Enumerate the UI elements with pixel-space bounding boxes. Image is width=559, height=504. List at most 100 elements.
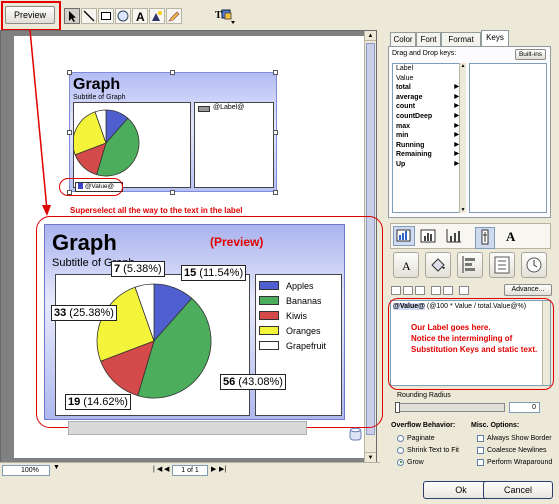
data-label-kiwis: 19 (14.62%) bbox=[65, 394, 131, 410]
list-format-button[interactable] bbox=[489, 252, 515, 278]
grow-option[interactable]: Grow bbox=[397, 458, 424, 468]
tab-format[interactable]: Format bbox=[441, 32, 481, 46]
next-page-button[interactable]: ▶ bbox=[211, 465, 216, 473]
page-field[interactable]: 1 of 1 bbox=[172, 465, 208, 476]
coalesce-newlines-checkbox[interactable] bbox=[477, 446, 484, 454]
previous-page-button[interactable]: ◀ bbox=[164, 465, 169, 473]
key-label: average bbox=[396, 93, 423, 101]
text-tool-icon[interactable]: A bbox=[132, 8, 148, 24]
slider-thumb[interactable] bbox=[395, 402, 400, 413]
overflow-title: Overflow Behavior: bbox=[391, 422, 456, 429]
coalesce-newlines-option[interactable]: Coalesce Newlines bbox=[477, 446, 547, 456]
text-element-icon[interactable]: A bbox=[502, 228, 520, 246]
tab-color[interactable]: Color bbox=[390, 32, 416, 46]
font-style-button[interactable]: A bbox=[393, 252, 419, 278]
image-tool-icon[interactable] bbox=[149, 8, 165, 24]
perform-wraparound-label: Perform Wraparound bbox=[487, 459, 553, 466]
resize-handle[interactable] bbox=[273, 190, 278, 195]
always-show-border-label: Always Show Border bbox=[487, 435, 552, 442]
key-label: Up bbox=[396, 160, 406, 168]
resize-handle[interactable] bbox=[170, 70, 175, 75]
key-item-total[interactable]: total ▶ bbox=[393, 83, 465, 93]
first-page-button[interactable]: |◀ bbox=[153, 465, 164, 473]
key-label: Label bbox=[396, 65, 414, 72]
key-item-label[interactable]: Label bbox=[393, 64, 465, 74]
svg-text:A: A bbox=[136, 10, 145, 23]
grow-radio[interactable] bbox=[397, 458, 404, 466]
label-annotation: Our Label goes here. Notice the intermin… bbox=[411, 323, 538, 354]
tab-keys[interactable]: Keys bbox=[481, 30, 509, 46]
key-item-min[interactable]: min ▶ bbox=[393, 131, 465, 141]
preview-data-labels: 15 (11.54%) 56 (43.08%) 19 (14.62%) 33 (25.… bbox=[45, 225, 346, 421]
valign-bottom-icon[interactable] bbox=[443, 286, 453, 295]
paginate-option[interactable]: Paginate bbox=[397, 434, 435, 444]
keys-drop-target[interactable] bbox=[469, 63, 547, 213]
paginate-radio[interactable] bbox=[397, 434, 404, 442]
cancel-button[interactable]: Cancel bbox=[483, 481, 553, 499]
resize-handle[interactable] bbox=[273, 130, 278, 135]
rounding-radius-label: Rounding Radius bbox=[397, 392, 451, 399]
resize-handle[interactable] bbox=[273, 70, 278, 75]
always-show-border-checkbox[interactable] bbox=[477, 434, 484, 442]
ellipse-tool-icon[interactable] bbox=[115, 8, 131, 24]
last-page-button[interactable]: ▶| bbox=[219, 465, 226, 473]
zoom-field[interactable]: 100% bbox=[2, 465, 50, 476]
perform-wraparound-checkbox[interactable] bbox=[477, 458, 484, 466]
svg-text:A: A bbox=[506, 229, 516, 244]
key-label: Value bbox=[396, 74, 414, 82]
design-legend-label: @Label@ bbox=[213, 104, 245, 111]
advanced-button[interactable]: Advance... bbox=[504, 284, 552, 296]
key-item-max[interactable]: max ▶ bbox=[393, 122, 465, 132]
pen-tool-icon[interactable] bbox=[166, 8, 182, 24]
key-item-remaining[interactable]: Remaining ▶ bbox=[393, 150, 465, 160]
insert-field-icon[interactable]: T bbox=[214, 7, 236, 25]
label-element-icon[interactable] bbox=[475, 227, 495, 249]
key-label: Remaining bbox=[396, 151, 432, 159]
align-left-icon[interactable] bbox=[391, 286, 401, 295]
grow-label: Grow bbox=[407, 459, 424, 466]
design-chart[interactable]: Graph Subtitle of Graph @Label@ @Value@ bbox=[67, 70, 278, 195]
design-legend: @Label@ bbox=[194, 102, 274, 188]
data-label-bananas: 56 (43.08%) bbox=[220, 374, 286, 390]
builtins-button[interactable]: Built-ins bbox=[515, 49, 546, 60]
key-item-count[interactable]: count ▶ bbox=[393, 102, 465, 112]
key-item-running[interactable]: Running ▶ bbox=[393, 141, 465, 151]
perform-wraparound-option[interactable]: Perform Wraparound bbox=[477, 458, 552, 468]
element-selector-bar: A bbox=[390, 223, 551, 249]
align-center-icon[interactable] bbox=[403, 286, 413, 295]
shrink-label: Shrink Text to Fit bbox=[407, 447, 460, 454]
always-show-border-option[interactable]: Always Show Border bbox=[477, 434, 552, 444]
clock-format-button[interactable] bbox=[521, 252, 547, 278]
shrink-option[interactable]: Shrink Text to Fit bbox=[397, 446, 459, 456]
rounding-radius-field[interactable]: 0 bbox=[509, 402, 540, 413]
shrink-radio[interactable] bbox=[397, 446, 404, 454]
key-item-value[interactable]: Value bbox=[393, 74, 465, 84]
wrap-text-icon[interactable] bbox=[459, 286, 469, 295]
legend-swatch bbox=[198, 106, 210, 112]
keys-list[interactable]: Label Value total ▶ average ▶ count ▶ countDeep ▶… bbox=[392, 63, 466, 213]
zoom-dropdown-icon[interactable]: ▼ bbox=[53, 464, 60, 471]
fill-color-button[interactable] bbox=[425, 252, 451, 278]
svg-text:A: A bbox=[402, 259, 411, 273]
plot-element-icon[interactable] bbox=[419, 227, 439, 247]
dialog-footer: Ok Cancel bbox=[0, 476, 559, 504]
keys-scrollbar[interactable]: ▲ ▼ bbox=[459, 63, 466, 213]
alignment-button[interactable] bbox=[457, 252, 483, 278]
rectangle-tool-icon[interactable] bbox=[98, 8, 114, 24]
paginate-label: Paginate bbox=[407, 435, 435, 442]
key-item-countdeep[interactable]: countDeep ▶ bbox=[393, 112, 465, 122]
preview-chart: Graph Subtitle of Graph (Preview) Apples… bbox=[44, 224, 345, 420]
resize-handle[interactable] bbox=[170, 190, 175, 195]
chart-element-icon[interactable] bbox=[393, 226, 415, 246]
coalesce-newlines-label: Coalesce Newlines bbox=[487, 447, 547, 454]
key-label: count bbox=[396, 103, 416, 111]
key-item-up[interactable]: Up ▶ bbox=[393, 160, 465, 170]
tab-font[interactable]: Font bbox=[416, 32, 441, 46]
key-label: total bbox=[396, 84, 411, 92]
series-element-icon[interactable] bbox=[445, 227, 465, 247]
align-right-icon[interactable] bbox=[415, 286, 425, 295]
rounding-radius-slider[interactable] bbox=[395, 402, 505, 413]
key-item-average[interactable]: average ▶ bbox=[393, 93, 465, 103]
key-label: max bbox=[396, 122, 411, 130]
valign-top-icon[interactable] bbox=[431, 286, 441, 295]
